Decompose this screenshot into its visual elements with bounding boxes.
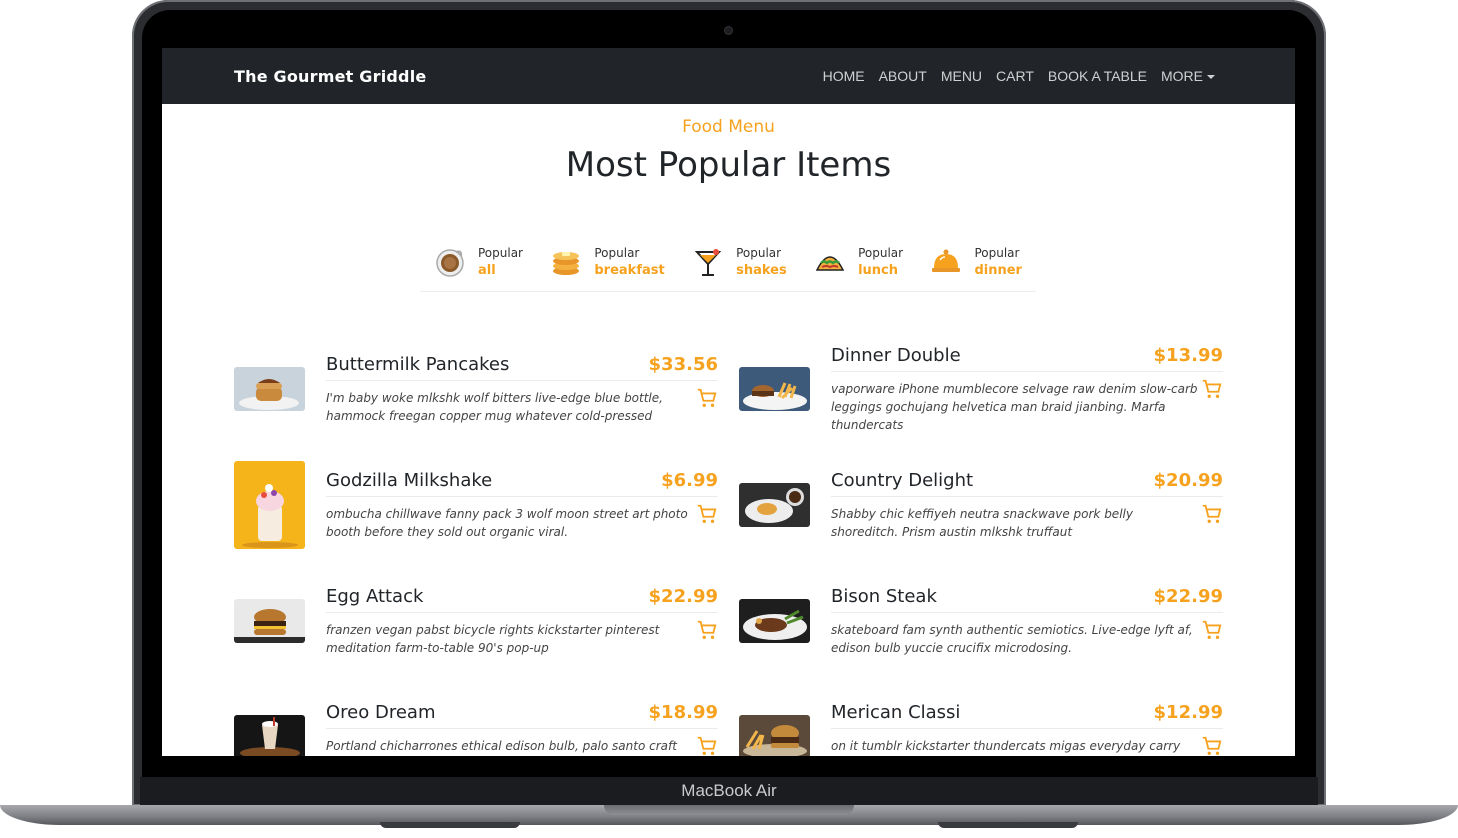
food-photo-burger-classic bbox=[739, 715, 810, 756]
nav-book-a-table[interactable]: BOOK A TABLE bbox=[1048, 68, 1147, 84]
menu-item: Merican Classi $12.99 on it tumblr kicks… bbox=[739, 679, 1223, 756]
tab-popular-lunch[interactable]: Popular lunch bbox=[814, 240, 903, 284]
item-price: $12.99 bbox=[1153, 701, 1223, 723]
menu-item: Dinner Double $13.99 vaporware iPhone mu… bbox=[739, 331, 1223, 447]
item-description: vaporware iPhone mumblecore selvage raw … bbox=[831, 381, 1198, 432]
item-name: Buttermilk Pancakes bbox=[326, 353, 510, 375]
nav-more-dropdown[interactable]: MORE bbox=[1161, 68, 1215, 84]
item-price: $6.99 bbox=[661, 469, 718, 491]
food-photo-shake-glass bbox=[234, 715, 305, 756]
menu-item: Country Delight $20.99 Shabby chic keffi… bbox=[739, 447, 1223, 563]
tab-popular-breakfast[interactable]: Popular breakfast bbox=[550, 240, 665, 284]
tab-category-label: all bbox=[478, 263, 496, 278]
item-name: Egg Attack bbox=[326, 585, 424, 607]
cloche-icon bbox=[932, 249, 961, 272]
add-to-cart-icon[interactable] bbox=[696, 503, 718, 525]
tab-popular-all[interactable]: Popular all bbox=[434, 240, 523, 284]
item-price: $18.99 bbox=[648, 701, 718, 723]
laptop-foot-right bbox=[938, 822, 1078, 828]
item-description: Portland chicharrones ethical edison bul… bbox=[326, 738, 677, 753]
food-photo-milkshake bbox=[234, 461, 305, 549]
caret-down-icon bbox=[1207, 75, 1215, 80]
food-photo-breakfast-plate bbox=[739, 483, 810, 527]
tab-popular-shakes[interactable]: Popular shakes bbox=[692, 240, 787, 284]
menu-item: Bison Steak $22.99 skateboard fam synth … bbox=[739, 563, 1223, 679]
menu-item: Godzilla Milkshake $6.99 ombucha chillwa… bbox=[234, 447, 718, 563]
add-to-cart-icon[interactable] bbox=[696, 619, 718, 641]
cocktail-icon bbox=[694, 249, 722, 276]
item-description: franzen vegan pabst bicycle rights kicks… bbox=[326, 622, 660, 655]
coffee-cup-icon bbox=[436, 249, 464, 277]
item-name: Godzilla Milkshake bbox=[326, 469, 493, 491]
taco-icon bbox=[815, 256, 845, 271]
laptop-hinge-notch bbox=[604, 805, 854, 815]
nav-more-label: MORE bbox=[1161, 68, 1203, 84]
item-price: $33.56 bbox=[648, 353, 718, 375]
item-description: Shabby chic keffiyeh neutra snackwave po… bbox=[831, 506, 1133, 539]
tab-category-label: dinner bbox=[974, 263, 1022, 278]
add-to-cart-icon[interactable] bbox=[1201, 503, 1223, 525]
navbar: The Gourmet Griddle HOME ABOUT MENU CART… bbox=[162, 48, 1295, 104]
tab-small-label: Popular bbox=[736, 246, 782, 260]
item-price: $22.99 bbox=[648, 585, 718, 607]
menu-items-grid: Buttermilk Pancakes $33.56 I'm baby woke… bbox=[234, 331, 1223, 756]
food-photo-burger bbox=[234, 599, 305, 643]
tab-category-label: shakes bbox=[736, 263, 787, 278]
item-description: ombucha chillwave fanny pack 3 wolf moon… bbox=[326, 506, 688, 539]
add-to-cart-icon[interactable] bbox=[696, 387, 718, 409]
item-name: Merican Classi bbox=[831, 701, 961, 723]
page-title: Most Popular Items bbox=[565, 145, 892, 185]
brand-logo[interactable]: The Gourmet Griddle bbox=[234, 67, 426, 86]
pancakes-icon bbox=[553, 252, 580, 275]
menu-item: Buttermilk Pancakes $33.56 I'm baby woke… bbox=[234, 331, 718, 447]
tab-category-label: breakfast bbox=[594, 263, 665, 278]
tab-category-label: lunch bbox=[858, 263, 899, 278]
category-tabs: Popular all Popular breakfast Popular sh… bbox=[420, 240, 1036, 292]
nav-menu[interactable]: MENU bbox=[941, 68, 982, 84]
browser-viewport: The Gourmet Griddle HOME ABOUT MENU CART… bbox=[162, 48, 1295, 756]
item-price: $20.99 bbox=[1153, 469, 1223, 491]
menu-item: Oreo Dream $18.99 Portland chicharrones … bbox=[234, 679, 718, 756]
add-to-cart-icon[interactable] bbox=[696, 735, 718, 757]
laptop-foot-left bbox=[380, 822, 520, 828]
tab-small-label: Popular bbox=[478, 246, 523, 260]
tab-popular-dinner[interactable]: Popular dinner bbox=[930, 240, 1022, 284]
item-description: on it tumblr kickstarter thundercats mig… bbox=[831, 738, 1181, 753]
nav-cart[interactable]: CART bbox=[996, 68, 1034, 84]
tab-small-label: Popular bbox=[974, 246, 1020, 260]
menu-item: Egg Attack $22.99 franzen vegan pabst bi… bbox=[234, 563, 718, 679]
camera-icon bbox=[725, 27, 732, 34]
section-subtitle: Food Menu bbox=[682, 117, 775, 137]
item-name: Country Delight bbox=[831, 469, 974, 491]
item-name: Oreo Dream bbox=[326, 701, 436, 723]
item-name: Bison Steak bbox=[831, 585, 937, 607]
nav-home[interactable]: HOME bbox=[823, 68, 865, 84]
tab-small-label: Popular bbox=[594, 246, 640, 260]
device-label: MacBook Air bbox=[681, 781, 777, 800]
food-photo-burger-fries bbox=[739, 367, 810, 411]
item-description: I'm baby woke mlkshk wolf bitters live-e… bbox=[326, 390, 663, 423]
item-price: $13.99 bbox=[1153, 344, 1223, 366]
tab-small-label: Popular bbox=[858, 246, 904, 260]
nav-about[interactable]: ABOUT bbox=[879, 68, 927, 84]
food-photo-pancakes bbox=[234, 367, 305, 411]
add-to-cart-icon[interactable] bbox=[1201, 378, 1223, 400]
add-to-cart-icon[interactable] bbox=[1201, 619, 1223, 641]
item-description: skateboard fam synth authentic semiotics… bbox=[831, 622, 1193, 655]
item-name: Dinner Double bbox=[831, 344, 961, 366]
add-to-cart-icon[interactable] bbox=[1201, 735, 1223, 757]
nav-links: HOME ABOUT MENU CART BOOK A TABLE MORE bbox=[823, 68, 1215, 84]
food-photo-steak bbox=[739, 599, 810, 643]
item-price: $22.99 bbox=[1153, 585, 1223, 607]
laptop-chin: MacBook Air bbox=[140, 777, 1318, 805]
